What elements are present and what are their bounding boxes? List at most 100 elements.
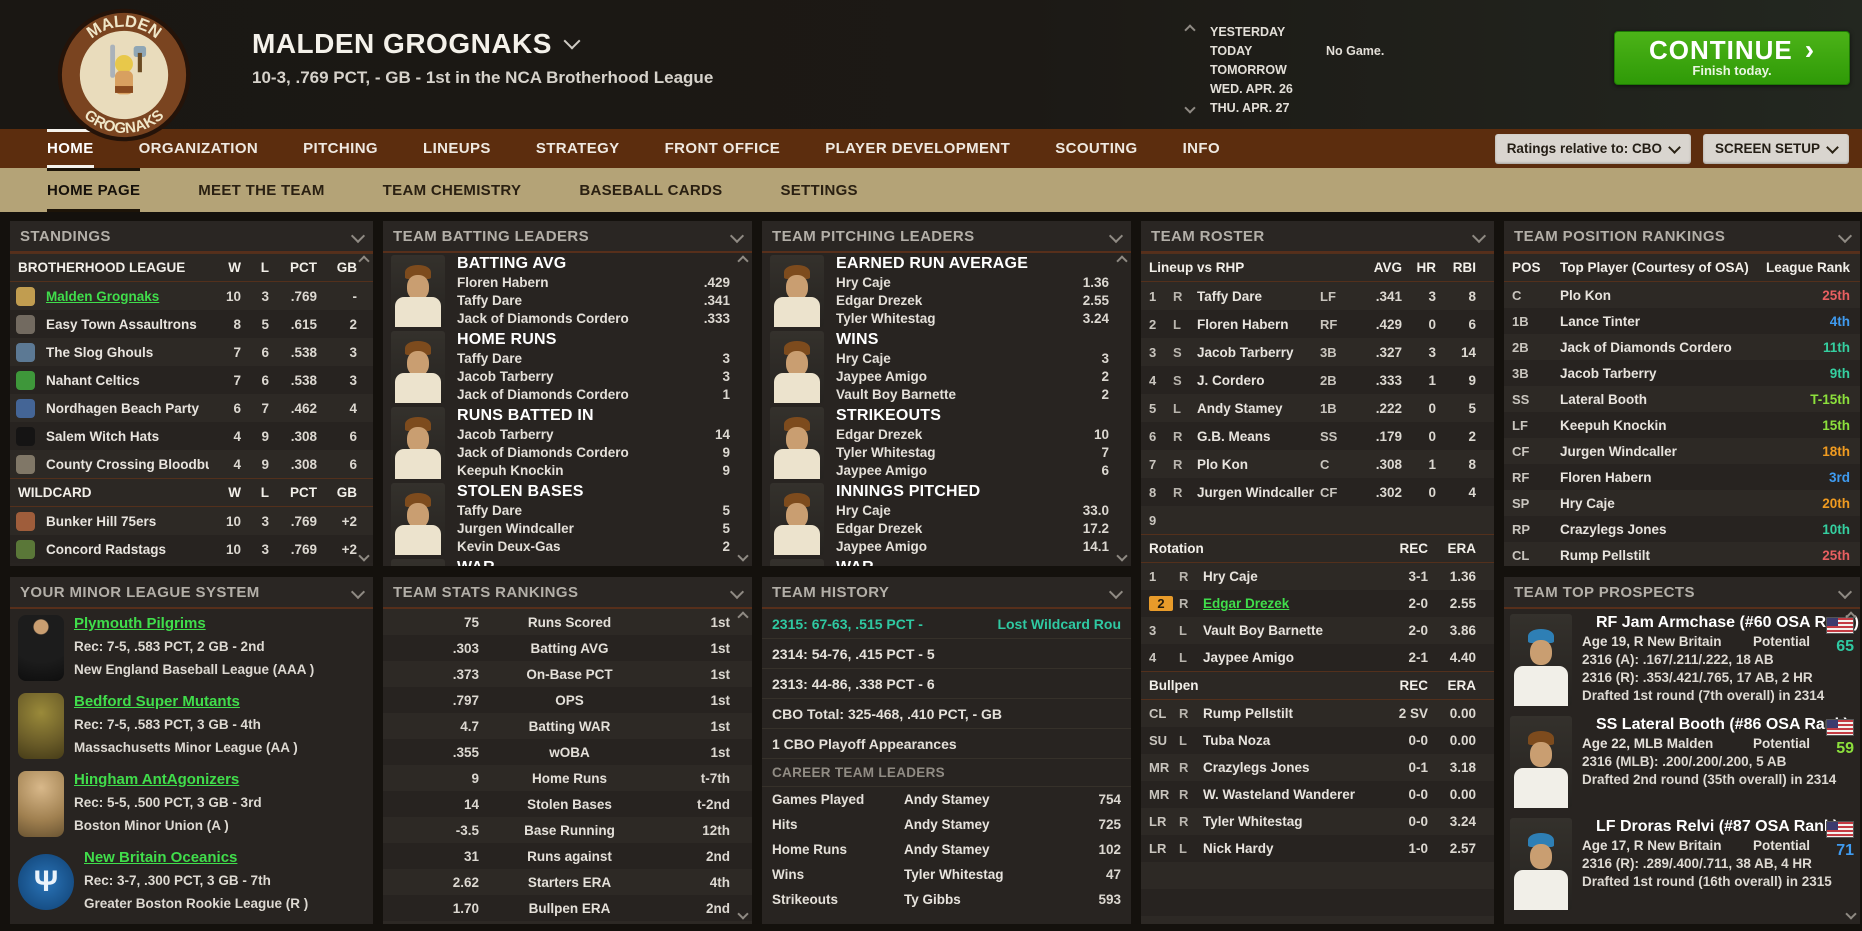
lineup-player-row[interactable]: 6 R G.B. Means SS .179 0 2 (1141, 422, 1494, 450)
nav-tab[interactable]: PLAYER DEVELOPMENT (825, 129, 1010, 168)
leader-row[interactable]: Jack of Diamonds Cordero1 (457, 387, 730, 405)
collapse-panel-icon[interactable] (730, 585, 744, 599)
player-link[interactable]: Crazylegs Jones (1560, 522, 1750, 537)
player-link[interactable]: G.B. Means (1197, 429, 1320, 444)
prospect-item[interactable]: LF Droras Relvi (#87 OSA Rank) Age 17, R… (1504, 813, 1860, 915)
player-link[interactable]: Taffy Dare (1197, 289, 1320, 304)
leader-row[interactable]: Hry Caje1.36 (836, 275, 1109, 293)
team-link[interactable]: Easy Town Assaultrons (46, 317, 209, 332)
screen-setup-dropdown[interactable]: SCREEN SETUP (1703, 134, 1849, 164)
stat-ranking-row[interactable]: 1.70 Bullpen ERA 2nd (383, 895, 752, 921)
stat-ranking-row[interactable]: 31 Runs against 2nd (383, 843, 752, 869)
schedule-scroll-down-icon[interactable] (1184, 102, 1195, 113)
position-ranking-row[interactable]: 2B Jack of Diamonds Cordero 11th (1504, 334, 1860, 360)
minor-team-item[interactable]: Hingham AntAgonizers Rec: 5-5, .500 PCT,… (10, 765, 373, 843)
schedule-day-row[interactable]: WED. APR. 26 (1210, 79, 1566, 98)
lineup-player-row[interactable]: 5 L Andy Stamey 1B .222 0 5 (1141, 394, 1494, 422)
prospect-item[interactable]: RF Jam Armchase (#60 OSA Rank) Age 19, R… (1504, 609, 1860, 711)
leader-row[interactable]: Taffy Dare3 (457, 351, 730, 369)
standings-team-row[interactable]: Bunker Hill 75ers 10 3 .769 +2 (10, 507, 373, 535)
player-link[interactable]: Crazylegs Jones (1203, 760, 1374, 775)
player-link[interactable]: Tyler Whitestag (1203, 814, 1374, 829)
nav-tab[interactable]: INFO (1183, 129, 1220, 168)
position-ranking-row[interactable]: RF Floren Habern 3rd (1504, 464, 1860, 490)
player-link[interactable]: Jacob Tarberry (1560, 366, 1750, 381)
position-ranking-row[interactable]: SP Hry Caje 20th (1504, 490, 1860, 516)
player-link[interactable]: Floren Habern (1197, 317, 1320, 332)
standings-team-row[interactable]: Easy Town Assaultrons 8 5 .615 2 (10, 310, 373, 338)
position-ranking-row[interactable]: 3B Jacob Tarberry 9th (1504, 360, 1860, 386)
minor-team-item[interactable]: Plymouth Pilgrims Rec: 7-5, .583 PCT, 2 … (10, 609, 373, 687)
bullpen-pitcher-row[interactable]: LR R Tyler Whitestag 0-0 3.24 (1141, 808, 1494, 835)
minor-team-link[interactable]: New Britain Oceanics (84, 849, 308, 869)
minor-team-item[interactable]: Ψ New Britain Oceanics Rec: 3-7, .300 PC… (10, 843, 373, 921)
schedule-scroll-up-icon[interactable] (1184, 24, 1195, 35)
player-link[interactable]: Jurgen Windcaller (1197, 485, 1320, 500)
stat-ranking-row[interactable]: 9 Home Runs t-7th (383, 765, 752, 791)
stat-ranking-row[interactable]: .355 wOBA 1st (383, 739, 752, 765)
lineup-player-row[interactable]: 4 S J. Cordero 2B .333 1 9 (1141, 366, 1494, 394)
lineup-player-row[interactable]: 8 R Jurgen Windcaller CF .302 0 4 (1141, 478, 1494, 506)
team-link[interactable]: Bunker Hill 75ers (46, 514, 209, 529)
standings-team-row[interactable]: Nahant Celtics 7 6 .538 3 (10, 366, 373, 394)
prospect-name-link[interactable]: RF Jam Armchase (#60 OSA Rank) (1582, 614, 1810, 634)
player-link[interactable]: Rump Pellstilt (1203, 706, 1374, 721)
nav-tab[interactable]: PITCHING (303, 129, 378, 168)
player-link[interactable]: Andy Stamey (1197, 401, 1320, 416)
scrollbar[interactable] (1845, 613, 1857, 918)
collapse-panel-icon[interactable] (351, 585, 365, 599)
schedule-day-row[interactable]: THU. APR. 27 (1210, 98, 1566, 117)
prospect-name-link[interactable]: SS Lateral Booth (#86 OSA Rank) (1582, 716, 1810, 736)
rotation-pitcher-row[interactable]: 2 R Edgar Drezek 2-0 2.55 (1141, 590, 1494, 617)
rotation-pitcher-row[interactable]: 4 L Jaypee Amigo 2-1 4.40 (1141, 644, 1494, 671)
player-link[interactable]: Ty Gibbs (904, 892, 1059, 907)
leader-row[interactable]: Jacob Tarberry3 (457, 369, 730, 387)
scrollbar[interactable] (737, 257, 749, 560)
position-ranking-row[interactable]: CL Rump Pellstilt 25th (1504, 542, 1860, 566)
player-link[interactable]: Plo Kon (1197, 457, 1320, 472)
leader-row[interactable]: Hry Caje3 (836, 351, 1109, 369)
career-leader-row[interactable]: Hits Andy Stamey 725 (762, 812, 1131, 837)
lineup-player-row[interactable]: 7 R Plo Kon C .308 1 8 (1141, 450, 1494, 478)
leader-row[interactable]: Kevin Deux-Gas2 (457, 539, 730, 557)
ratings-relative-dropdown[interactable]: Ratings relative to: CBO (1495, 134, 1691, 164)
collapse-panel-icon[interactable] (1109, 585, 1123, 599)
player-link[interactable]: Hry Caje (1203, 569, 1374, 584)
player-link[interactable]: Hry Caje (1560, 496, 1750, 511)
minor-team-item[interactable]: Bedford Super Mutants Rec: 7-5, .583 PCT… (10, 687, 373, 765)
leader-row[interactable]: Keepuh Knockin9 (457, 463, 730, 481)
scrollbar[interactable] (1116, 257, 1128, 560)
bullpen-pitcher-row[interactable]: LR L Nick Hardy 1-0 2.57 (1141, 835, 1494, 862)
collapse-panel-icon[interactable] (1472, 229, 1486, 243)
rotation-pitcher-row[interactable]: 3 L Vault Boy Barnette 2-0 3.86 (1141, 617, 1494, 644)
lineup-player-row[interactable]: 2 L Floren Habern RF .429 0 6 (1141, 310, 1494, 338)
player-link[interactable]: Edgar Drezek (1203, 596, 1374, 611)
standings-team-row[interactable]: The Slog Ghouls 7 6 .538 3 (10, 338, 373, 366)
schedule-day-row[interactable]: TODAY No Game. (1210, 41, 1566, 60)
standings-team-row[interactable]: County Crossing Bloodbu 4 9 .308 6 (10, 450, 373, 478)
leader-row[interactable]: Vault Boy Barnette2 (836, 387, 1109, 405)
sub-nav-tab[interactable]: TEAM CHEMISTRY (383, 168, 522, 212)
player-link[interactable]: Tyler Whitestag (904, 867, 1059, 882)
stat-ranking-row[interactable]: 4.7 Batting WAR 1st (383, 713, 752, 739)
nav-tab[interactable]: SCOUTING (1055, 129, 1137, 168)
position-ranking-row[interactable]: LF Keepuh Knockin 15th (1504, 412, 1860, 438)
player-link[interactable]: J. Cordero (1197, 373, 1320, 388)
player-link[interactable]: Keepuh Knockin (1560, 418, 1750, 433)
leader-row[interactable]: Edgar Drezek10 (836, 427, 1109, 445)
player-link[interactable]: Andy Stamey (904, 842, 1059, 857)
leader-row[interactable]: Taffy Dare5 (457, 503, 730, 521)
career-leader-row[interactable]: Wins Tyler Whitestag 47 (762, 862, 1131, 887)
lineup-player-row[interactable]: 1 R Taffy Dare LF .341 3 8 (1141, 282, 1494, 310)
player-link[interactable]: Jacob Tarberry (1197, 345, 1320, 360)
leader-row[interactable]: Tyler Whitestag7 (836, 445, 1109, 463)
player-link[interactable]: Rump Pellstilt (1560, 548, 1750, 563)
player-link[interactable]: W. Wasteland Wanderer (1203, 787, 1374, 802)
position-ranking-row[interactable]: RP Crazylegs Jones 10th (1504, 516, 1860, 542)
team-link[interactable]: Nordhagen Beach Party (46, 401, 209, 416)
leader-row[interactable]: Jack of Diamonds Cordero.333 (457, 311, 730, 329)
prospect-item[interactable]: SS Lateral Booth (#86 OSA Rank) Age 22, … (1504, 711, 1860, 813)
career-leader-row[interactable]: Home Runs Andy Stamey 102 (762, 837, 1131, 862)
stat-ranking-row[interactable]: 75 Runs Scored 1st (383, 609, 752, 635)
standings-team-row[interactable]: Malden Grognaks 10 3 .769 - (10, 282, 373, 310)
